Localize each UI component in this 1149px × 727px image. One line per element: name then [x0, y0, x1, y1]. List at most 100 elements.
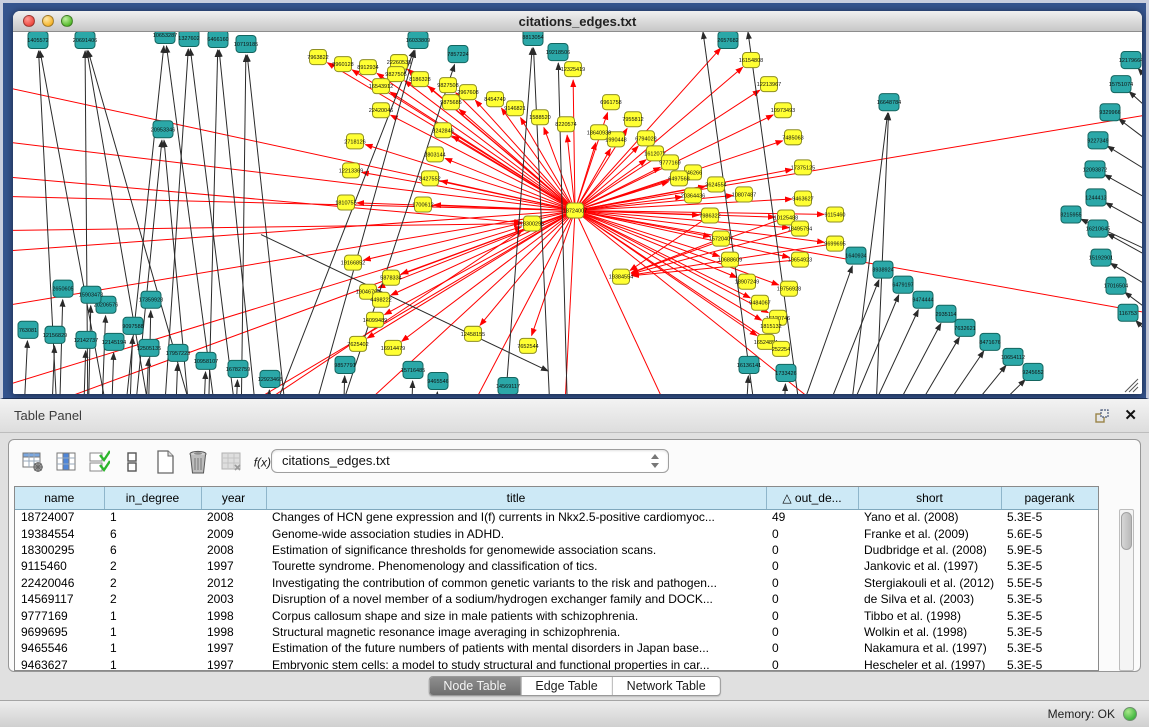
graph-node-label: 22260538: [387, 60, 411, 66]
tab-node-table[interactable]: Node Table: [429, 677, 520, 695]
table-cell: 1: [104, 607, 201, 623]
table-scrollbar[interactable]: [1119, 509, 1134, 671]
table-row[interactable]: 1456911722003Disruption of a novel membe…: [15, 591, 1098, 607]
table-cell: 19384554: [15, 525, 104, 541]
table-row[interactable]: 946554611997Estimation of the future num…: [15, 640, 1098, 656]
delete-trash-button[interactable]: [186, 450, 210, 474]
graph-node-label: 12325419: [561, 67, 585, 73]
table-cell: Tourette syndrome. Phenomenology and cla…: [266, 558, 766, 574]
table-cell: 9777169: [15, 607, 104, 623]
node-layer: 7963822896012889129342226053898275051654…: [18, 32, 1142, 394]
table-row[interactable]: 946362711997Embryonic stem cells: a mode…: [15, 657, 1098, 671]
table-cell: Nakamura et al. (1997): [858, 640, 1001, 656]
network-canvas[interactable]: 7963822896012889129342226053898275051654…: [13, 32, 1142, 394]
graph-node-label: 15720407: [709, 237, 733, 243]
table-cell: 5.3E-5: [1001, 657, 1098, 671]
table-source-value: citations_edges.txt: [282, 450, 390, 472]
table-row[interactable]: 1872400712008Changes of HCN gene express…: [15, 509, 1098, 525]
graph-edge: [631, 239, 721, 273]
graph-node-label: 16782759: [226, 367, 250, 373]
graph-node-label: 2650605: [52, 287, 73, 293]
graph-edge: [1106, 203, 1142, 235]
close-panel-icon[interactable]: ✕: [1124, 407, 1137, 425]
graph-node-label: 19756928: [777, 287, 801, 293]
graph-node-label: 15716485: [401, 368, 425, 374]
delete-table-button[interactable]: [219, 450, 243, 474]
graph-node-label: 9857791: [334, 363, 355, 369]
graph-node-label: 9463627: [792, 196, 813, 202]
table-cell: 5.9E-5: [1001, 542, 1098, 558]
table-cell: 0: [766, 640, 858, 656]
column-header[interactable]: year: [201, 487, 266, 509]
graph-node-label: 9484067: [749, 301, 770, 307]
table-row[interactable]: 977716911998Corpus callosum shape and si…: [15, 607, 1098, 623]
graph-edge: [841, 295, 899, 394]
graph-edge: [1138, 68, 1142, 97]
column-header[interactable]: name: [15, 487, 104, 509]
graph-node-label: 12213369: [339, 168, 363, 174]
table-row[interactable]: 969969511998Structural magnetic resonanc…: [15, 624, 1098, 640]
graph-node-label: 10653287: [153, 33, 177, 39]
table-cell: Genome-wide association studies in ADHD.: [266, 525, 766, 541]
graph-node-label: 7857224: [447, 52, 468, 58]
graph-node-label: 17359928: [139, 298, 163, 304]
graph-edge: [83, 351, 86, 394]
graph-node-label: 17016504: [1104, 284, 1128, 290]
table-settings-button[interactable]: [21, 450, 45, 474]
graph-node-label: 6497568: [668, 176, 689, 182]
table-row[interactable]: 911546021997Tourette syndrome. Phenomeno…: [15, 558, 1098, 574]
graph-node-label: 2657682: [717, 38, 738, 44]
dropdown-spinner-icon: [650, 453, 660, 469]
column-header[interactable]: pagerank: [1001, 487, 1098, 509]
table-cell: 2008: [201, 509, 266, 525]
graph-edge: [391, 210, 575, 295]
graph-node-label: 7632621: [954, 326, 975, 332]
graph-edge: [59, 300, 63, 394]
table-cell: Stergiakouli et al. (2012): [858, 575, 1001, 591]
tab-edge-table[interactable]: Edge Table: [520, 677, 611, 695]
graph-node-label: 14099489: [363, 318, 387, 324]
graph-node-label: 8938924: [872, 268, 893, 274]
table-scrollbar-thumb[interactable]: [1121, 512, 1132, 550]
graph-edge: [971, 380, 1025, 394]
select-column-button[interactable]: [54, 450, 78, 474]
tab-network-table[interactable]: Network Table: [612, 677, 720, 695]
graph-edge: [13, 224, 521, 233]
graph-node-label: 10719185: [234, 42, 258, 48]
table-source-dropdown[interactable]: citations_edges.txt: [271, 449, 669, 473]
select-column-icon: [54, 450, 78, 474]
column-header[interactable]: △ out_de...: [766, 487, 858, 509]
table-cell: 5.3E-5: [1001, 558, 1098, 574]
table-cell: 5.3E-5: [1001, 509, 1098, 525]
graph-node-label: 10654112: [1001, 355, 1025, 361]
validate-rows-button[interactable]: [87, 450, 111, 474]
table-row[interactable]: 1830029562008Estimation of significance …: [15, 542, 1098, 558]
graph-edge: [111, 353, 114, 394]
table-row[interactable]: 1938455462009Genome-wide association stu…: [15, 525, 1098, 541]
float-panel-icon[interactable]: [1094, 408, 1110, 424]
graph-node-label: 1815132: [760, 324, 781, 330]
memory-ok-indicator: [1123, 707, 1137, 721]
column-header[interactable]: short: [858, 487, 1001, 509]
graph-node-label: 1327602: [178, 36, 199, 42]
graph-node-label: 8215955: [1060, 213, 1081, 219]
table-cell: 18724007: [15, 509, 104, 525]
graph-node-label: 20953346: [151, 127, 175, 133]
column-header[interactable]: in_degree: [104, 487, 201, 509]
table-settings-icon: [21, 450, 45, 474]
column-header[interactable]: title: [266, 487, 766, 509]
graph-node-label: 19218506: [546, 50, 570, 56]
table-cell: 2: [104, 558, 201, 574]
graph-node-label: 6479197: [892, 283, 913, 289]
table-row[interactable]: 2242004622012Investigating the contribut…: [15, 575, 1098, 591]
window-titlebar[interactable]: citations_edges.txt: [13, 11, 1142, 32]
graph-node-label: 16210645: [1086, 227, 1110, 233]
graph-edge: [23, 341, 27, 394]
new-file-button[interactable]: [153, 450, 177, 474]
graph-node-label: 1810755: [335, 200, 356, 206]
graph-node-label: 17957223: [166, 351, 190, 357]
graph-edge: [323, 210, 575, 394]
row-height-button[interactable]: [120, 450, 144, 474]
table-cell: Structural magnetic resonance image aver…: [266, 624, 766, 640]
table-cell: 0: [766, 525, 858, 541]
